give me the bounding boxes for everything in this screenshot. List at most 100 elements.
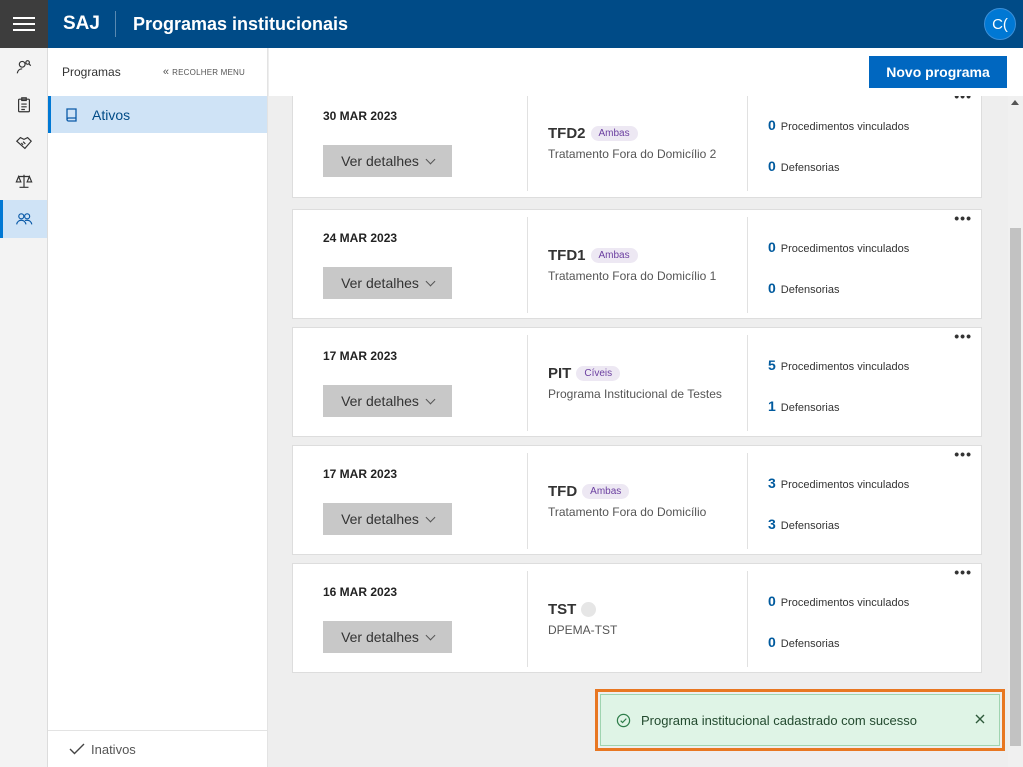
procedures-count: 0: [768, 239, 776, 255]
program-tag-empty: [581, 602, 597, 617]
scrollbar-thumb[interactable]: [1010, 228, 1021, 746]
offices-count: 0: [768, 634, 776, 650]
offices-label: Defensorias: [780, 638, 840, 650]
view-details-button[interactable]: Ver detalhes: [323, 145, 452, 177]
offices-label: Defensorias: [780, 284, 840, 296]
offices-label: Defensorias: [780, 520, 840, 532]
view-details-label: Ver detalhes: [341, 153, 419, 169]
panel-footer-label: Inativos: [91, 741, 136, 757]
view-details-button[interactable]: Ver detalhes: [323, 267, 452, 299]
view-details-label: Ver detalhes: [341, 629, 419, 645]
view-details-label: Ver detalhes: [341, 275, 419, 291]
offices-stat: 0 Defensorias: [768, 280, 840, 296]
program-tag: Ambas: [590, 248, 638, 263]
chevron-down-icon: [425, 394, 436, 404]
rail-item-scales[interactable]: [0, 162, 47, 200]
clipboard-icon: [17, 97, 30, 113]
procedures-label: Procedimentos vinculados: [780, 361, 910, 373]
user-avatar[interactable]: C(: [984, 8, 1016, 40]
panel-item-inativos[interactable]: Inativos: [48, 730, 267, 767]
divider: [747, 335, 748, 431]
program-code: PIT: [548, 365, 572, 382]
rail-item-handshake[interactable]: [0, 124, 47, 162]
program-list: ••• 30 MAR 2023 Ver detalhes TFD2 Ambas …: [292, 96, 982, 676]
brand-logo[interactable]: SAJ: [48, 11, 116, 37]
program-code-row: TFD Ambas: [548, 483, 630, 500]
more-options-button[interactable]: •••: [954, 96, 972, 103]
scales-icon: [14, 174, 33, 188]
view-details-label: Ver detalhes: [341, 393, 419, 409]
user-search-icon: [16, 60, 31, 74]
more-options-button[interactable]: •••: [954, 565, 972, 579]
procedures-count: 0: [768, 117, 776, 133]
offices-stat: 3 Defensorias: [768, 516, 840, 532]
program-code: TFD: [548, 483, 578, 500]
rail-item-clipboard[interactable]: [0, 86, 47, 124]
program-date: 17 MAR 2023: [323, 467, 398, 481]
procedures-label: Procedimentos vinculados: [780, 243, 910, 255]
procedures-count: 5: [768, 357, 776, 373]
procedures-label: Procedimentos vinculados: [780, 121, 910, 133]
success-toast: Programa institucional cadastrado com su…: [600, 694, 1000, 746]
program-description: Tratamento Fora do Domicílio: [548, 505, 707, 519]
procedures-stat: 0 Procedimentos vinculados: [768, 117, 909, 133]
offices-count: 1: [768, 398, 776, 414]
panel-header: Programas « RECOLHER MENU: [48, 48, 267, 96]
program-tag: Ambas: [582, 484, 630, 499]
divider: [527, 96, 528, 191]
program-code-row: TFD2 Ambas: [548, 125, 638, 142]
icon-rail: [0, 48, 48, 767]
close-icon[interactable]: [973, 712, 987, 726]
rail-item-people[interactable]: [0, 200, 47, 238]
offices-count: 0: [768, 280, 776, 296]
panel-item-ativos[interactable]: Ativos: [48, 96, 267, 133]
procedures-stat: 0 Procedimentos vinculados: [768, 593, 909, 609]
program-code-row: TST: [548, 601, 597, 618]
more-options-button[interactable]: •••: [954, 329, 972, 343]
more-options-button[interactable]: •••: [954, 211, 972, 225]
more-options-button[interactable]: •••: [954, 447, 972, 461]
rail-item-user-search[interactable]: [0, 48, 47, 86]
procedures-count: 0: [768, 593, 776, 609]
view-details-button[interactable]: Ver detalhes: [323, 385, 452, 417]
procedures-stat: 5 Procedimentos vinculados: [768, 357, 909, 373]
view-details-label: Ver detalhes: [341, 511, 419, 527]
program-date: 30 MAR 2023: [323, 109, 398, 123]
top-bar: SAJ Programas institucionais C(: [0, 0, 1023, 48]
offices-stat: 0 Defensorias: [768, 634, 840, 650]
offices-stat: 1 Defensorias: [768, 398, 840, 414]
hamburger-menu-button[interactable]: [0, 0, 48, 48]
offices-stat: 0 Defensorias: [768, 158, 840, 174]
panel-title: Programas: [62, 65, 121, 79]
scroll-up-arrow-icon[interactable]: [1011, 100, 1019, 105]
view-details-button[interactable]: Ver detalhes: [323, 621, 452, 653]
divider: [527, 453, 528, 549]
offices-count: 3: [768, 516, 776, 532]
program-code-row: TFD1 Ambas: [548, 247, 638, 264]
program-card: ••• 17 MAR 2023 Ver detalhes TFD Ambas T…: [292, 445, 982, 555]
procedures-stat: 0 Procedimentos vinculados: [768, 239, 909, 255]
program-date: 16 MAR 2023: [323, 585, 398, 599]
programs-panel: Programas « RECOLHER MENU Ativos Inativo…: [48, 48, 268, 767]
procedures-label: Procedimentos vinculados: [780, 597, 910, 609]
divider: [747, 217, 748, 313]
handshake-icon: [15, 136, 32, 150]
collapse-menu-button[interactable]: « RECOLHER MENU: [163, 66, 245, 78]
new-program-button[interactable]: Novo programa: [869, 56, 1007, 88]
hamburger-icon-line: [13, 29, 35, 31]
program-description: Programa Institucional de Testes: [548, 387, 722, 401]
check-circle-icon: [616, 713, 631, 727]
procedures-count: 3: [768, 475, 776, 491]
hamburger-icon-line: [13, 17, 35, 19]
divider: [747, 571, 748, 667]
program-description: DPEMA-TST: [548, 623, 618, 637]
toast-message: Programa institucional cadastrado com su…: [641, 712, 918, 728]
program-card: ••• 24 MAR 2023 Ver detalhes TFD1 Ambas …: [292, 209, 982, 319]
divider: [747, 453, 748, 549]
book-icon: [66, 107, 77, 122]
vertical-scrollbar[interactable]: [1008, 96, 1023, 767]
offices-count: 0: [768, 158, 776, 174]
divider: [527, 217, 528, 313]
program-card: ••• 16 MAR 2023 Ver detalhes TST DPEMA-T…: [292, 563, 982, 673]
view-details-button[interactable]: Ver detalhes: [323, 503, 452, 535]
